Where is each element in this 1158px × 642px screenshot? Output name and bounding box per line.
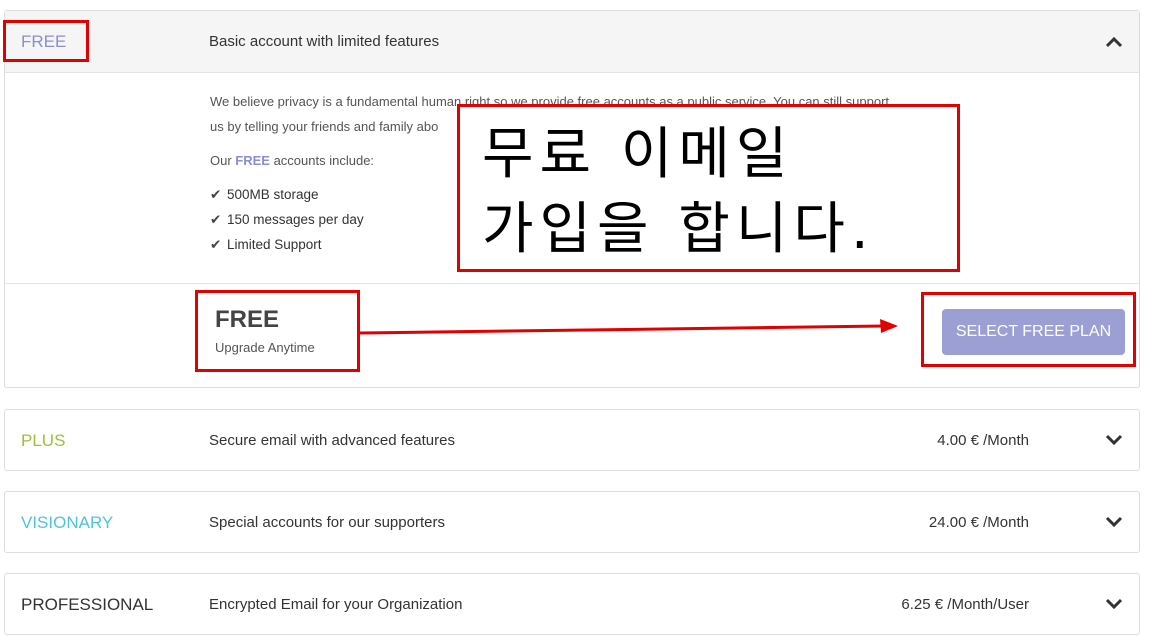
plan-price: 4.00 € /Month xyxy=(937,432,1029,449)
plan-name: PLUS xyxy=(21,431,66,450)
plan-price: 6.25 € /Month/User xyxy=(901,596,1029,613)
plan-description: Encrypted Email for your Organization xyxy=(209,596,463,613)
annotation-korean-text: 무료 이메일 가입을 합니다. xyxy=(457,104,960,272)
plan-name: VISIONARY xyxy=(21,513,114,532)
plan-description: Secure email with advanced features xyxy=(209,432,455,449)
chevron-down-icon[interactable] xyxy=(1103,511,1125,533)
chevron-down-icon[interactable] xyxy=(1103,429,1125,451)
plan-description: Special accounts for our supporters xyxy=(209,514,445,531)
plan-price: 24.00 € /Month xyxy=(928,514,1029,531)
plan-row-visionary[interactable]: VISIONARY Special accounts for our suppo… xyxy=(4,491,1140,553)
plan-row-plus[interactable]: PLUS Secure email with advanced features… xyxy=(4,409,1140,471)
plan-name: PROFESSIONAL xyxy=(21,595,154,614)
chevron-down-icon[interactable] xyxy=(1103,593,1125,615)
plan-row-professional[interactable]: PROFESSIONAL Encrypted Email for your Or… xyxy=(4,573,1140,635)
